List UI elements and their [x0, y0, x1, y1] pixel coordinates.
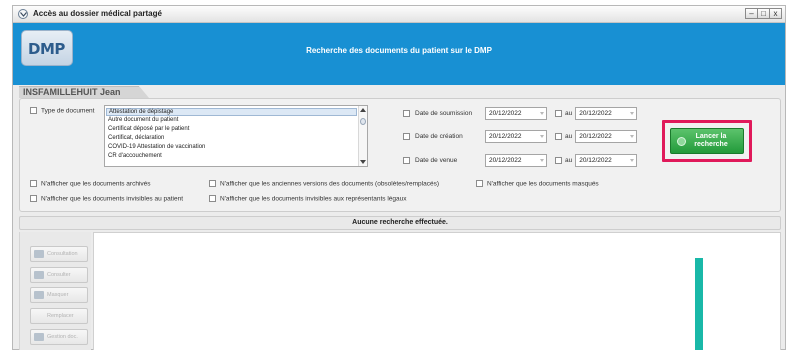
option-archived-label: N'afficher que les documents archivés — [41, 180, 151, 188]
option-masked-label: N'afficher que les documents masqués — [487, 180, 599, 188]
mask-button[interactable]: Masquer — [30, 287, 88, 303]
chevron-down-icon[interactable] — [540, 159, 544, 162]
dmp-window: Accès au dossier médical partagé – □ x D… — [12, 5, 786, 350]
doc-type-option[interactable]: COVID-19 Attestation de vaccination — [108, 144, 205, 152]
chevron-down-icon[interactable] — [540, 135, 544, 138]
option-invisible-patient-label: N'afficher que les documents invisibles … — [41, 195, 184, 203]
results-area — [93, 232, 781, 350]
to-label: au — [565, 110, 573, 117]
date-value: 20/12/2022 — [489, 133, 522, 140]
consultation-button[interactable]: Consultation — [30, 246, 88, 262]
doc-management-button[interactable]: Gestion doc. — [30, 329, 88, 345]
doc-type-filter[interactable]: Type de document — [30, 107, 94, 114]
mask-icon — [34, 291, 44, 299]
doc-type-option[interactable]: Autre document du patient — [108, 117, 178, 125]
option-old-versions-checkbox[interactable] — [209, 180, 216, 187]
date-visit-to-group: au 20/12/2022 — [555, 154, 638, 167]
scroll-thumb[interactable] — [360, 118, 366, 125]
launch-search-button[interactable]: Lancer la recherche — [670, 128, 744, 154]
window-title: Accès au dossier médical partagé — [33, 9, 162, 18]
chevron-down-icon[interactable] — [630, 135, 635, 138]
consult-button[interactable]: Consulter — [30, 267, 88, 283]
title-bar: Accès au dossier médical partagé – □ x — [13, 6, 785, 23]
doc-type-option[interactable]: CR d'accouchement — [108, 153, 162, 161]
date-creation-to-checkbox[interactable] — [555, 133, 562, 140]
date-creation-to[interactable]: 20/12/2022 — [575, 130, 638, 143]
launch-search-highlight: Lancer la recherche — [662, 120, 752, 162]
date-creation-checkbox[interactable] — [403, 133, 410, 140]
date-visit-label: Date de venue — [415, 157, 458, 164]
date-value: 20/12/2022 — [579, 133, 612, 140]
doc-type-label: Type de document — [41, 107, 95, 115]
date-creation-label: Date de création — [415, 133, 463, 140]
eye-icon — [34, 271, 44, 279]
replace-button[interactable]: Remplacer — [30, 308, 88, 324]
date-value: 20/12/2022 — [489, 110, 522, 117]
date-creation-to-group: au 20/12/2022 — [555, 130, 638, 143]
results-status: Aucune recherche effectuée. — [19, 216, 781, 230]
date-filter-creation: Date de création 20/12/2022 au 20/12/2022 — [403, 130, 638, 144]
date-visit-to-checkbox[interactable] — [555, 157, 562, 164]
date-visit-to[interactable]: 20/12/2022 — [575, 154, 638, 167]
date-visit-checkbox[interactable] — [403, 157, 410, 164]
chevron-down-icon[interactable] — [630, 112, 635, 115]
document-tree-icon — [34, 250, 44, 258]
replace-label: Remplacer — [47, 313, 74, 319]
date-value: 20/12/2022 — [579, 110, 612, 117]
to-label: au — [565, 133, 573, 140]
consultation-label: Consultation — [47, 251, 78, 257]
mask-label: Masquer — [47, 292, 69, 298]
to-label: au — [565, 157, 573, 164]
date-submission-checkbox[interactable] — [403, 110, 410, 117]
option-invisible-patient-checkbox[interactable] — [30, 195, 37, 202]
option-masked-checkbox[interactable] — [476, 180, 483, 187]
date-value: 20/12/2022 — [579, 157, 612, 164]
window-controls: – □ x — [745, 8, 782, 19]
folder-icon — [34, 333, 44, 341]
launch-search-label: Lancer la recherche — [694, 133, 728, 148]
option-archived-checkbox[interactable] — [30, 180, 37, 187]
consult-label: Consulter — [47, 272, 71, 278]
date-submission-to-checkbox[interactable] — [555, 110, 562, 117]
option-masked[interactable]: N'afficher que les documents masqués — [476, 180, 599, 190]
option-old-versions-label: N'afficher que les anciennes versions de… — [220, 180, 439, 188]
scroll-up-icon[interactable] — [360, 108, 366, 112]
date-filter-visit: Date de venue 20/12/2022 au 20/12/2022 — [403, 154, 638, 168]
date-value: 20/12/2022 — [489, 157, 522, 164]
patient-name-tab: INSFAMILLEHUIT Jean — [19, 86, 149, 98]
option-invisible-legal-label: N'afficher que les documents invisibles … — [220, 195, 407, 203]
search-icon — [677, 137, 686, 146]
date-submission-from[interactable]: 20/12/2022 — [485, 107, 547, 120]
doc-type-option[interactable]: Certificat déposé par le patient — [108, 126, 189, 134]
doc-type-option[interactable]: Attestation de dépistage — [106, 108, 357, 116]
chevron-down-icon[interactable] — [630, 159, 635, 162]
window-menu-icon[interactable] — [18, 9, 28, 19]
doc-type-checkbox[interactable] — [30, 107, 37, 114]
doc-management-label: Gestion doc. — [47, 334, 78, 340]
close-button[interactable]: x — [769, 8, 782, 19]
option-invisible-legal[interactable]: N'afficher que les documents invisibles … — [209, 195, 406, 205]
option-invisible-patient[interactable]: N'afficher que les documents invisibles … — [30, 195, 183, 205]
date-filter-submission: Date de soumission 20/12/2022 au 20/12/2022 — [403, 107, 638, 121]
teal-marker — [695, 258, 703, 350]
doc-type-scrollbar[interactable] — [358, 106, 367, 166]
date-submission-to[interactable]: 20/12/2022 — [575, 107, 638, 120]
header-banner: DMP Recherche des documents du patient s… — [13, 23, 785, 85]
date-creation-from[interactable]: 20/12/2022 — [485, 130, 547, 143]
option-old-versions[interactable]: N'afficher que les anciennes versions de… — [209, 180, 439, 190]
doc-type-list[interactable]: Attestation de dépistage Autre document … — [104, 105, 368, 167]
doc-type-option[interactable]: Certificat, déclaration — [108, 135, 164, 143]
page-title: Recherche des documents du patient sur l… — [306, 46, 492, 55]
date-submission-to-group: au 20/12/2022 — [555, 107, 638, 120]
option-invisible-legal-checkbox[interactable] — [209, 195, 216, 202]
scroll-down-icon[interactable] — [360, 160, 366, 164]
date-visit-from[interactable]: 20/12/2022 — [485, 154, 547, 167]
option-archived[interactable]: N'afficher que les documents archivés — [30, 180, 151, 190]
chevron-down-icon[interactable] — [540, 112, 544, 115]
action-sidebar: Consultation Consulter Masquer Remplacer… — [19, 232, 91, 350]
date-submission-label: Date de soumission — [415, 110, 473, 117]
search-panel: Type de document Attestation de dépistag… — [19, 98, 781, 212]
